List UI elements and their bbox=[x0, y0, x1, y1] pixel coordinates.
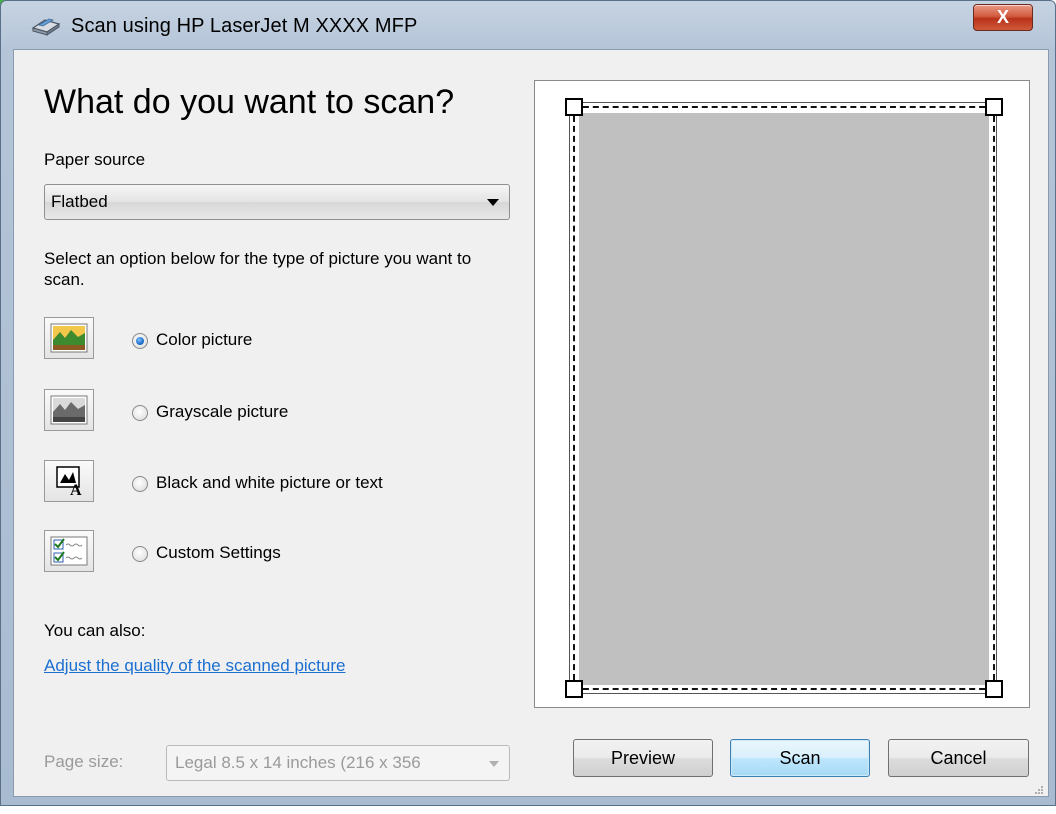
custom-settings-label[interactable]: Custom Settings bbox=[156, 543, 281, 563]
grayscale-picture-icon[interactable] bbox=[44, 389, 94, 431]
paper-source-dropdown[interactable]: Flatbed bbox=[44, 184, 510, 220]
scan-preview-area[interactable] bbox=[534, 80, 1030, 708]
black-white-label[interactable]: Black and white picture or text bbox=[156, 473, 383, 493]
scan-button[interactable]: Scan bbox=[730, 739, 870, 777]
paper-source-label: Paper source bbox=[44, 150, 146, 169]
page-size-value: Legal 8.5 x 14 inches (216 x 356 bbox=[175, 753, 421, 772]
crop-handle-top-right[interactable] bbox=[985, 98, 1003, 116]
color-picture-label[interactable]: Color picture bbox=[156, 330, 252, 350]
paper-source-value: Flatbed bbox=[51, 192, 108, 211]
title-bar[interactable]: Scan using HP LaserJet M XXXX MFP X bbox=[1, 1, 1055, 51]
crop-handle-bottom-right[interactable] bbox=[985, 680, 1003, 698]
adjust-quality-link[interactable]: Adjust the quality of the scanned pictur… bbox=[44, 656, 345, 676]
color-picture-icon[interactable] bbox=[44, 317, 94, 359]
page-size-label: Page size: bbox=[44, 752, 124, 771]
page-title: What do you want to scan? bbox=[44, 83, 455, 121]
dialog-content: What do you want to scan? Paper source F… bbox=[13, 49, 1049, 797]
black-white-radio[interactable] bbox=[132, 476, 148, 492]
close-icon: X bbox=[996, 7, 1009, 27]
grayscale-picture-label[interactable]: Grayscale picture bbox=[156, 402, 288, 422]
black-white-text-icon[interactable]: A bbox=[44, 460, 94, 502]
chevron-down-icon bbox=[487, 199, 499, 206]
svg-text:A: A bbox=[70, 482, 82, 496]
page-size-dropdown[interactable]: Legal 8.5 x 14 inches (216 x 356 bbox=[166, 745, 510, 781]
scan-dialog: Scan using HP LaserJet M XXXX MFP X What… bbox=[0, 0, 1056, 806]
scanner-icon bbox=[31, 14, 61, 38]
you-can-also-label: You can also: bbox=[44, 621, 146, 640]
custom-settings-radio[interactable] bbox=[132, 546, 148, 562]
preview-button[interactable]: Preview bbox=[573, 739, 713, 777]
crop-selection[interactable] bbox=[573, 106, 995, 690]
color-picture-radio[interactable] bbox=[132, 333, 148, 349]
close-button[interactable]: X bbox=[973, 4, 1033, 31]
crop-handle-top-left[interactable] bbox=[565, 98, 583, 116]
crop-handle-bottom-left[interactable] bbox=[565, 680, 583, 698]
scan-type-description: Select an option below for the type of p… bbox=[44, 249, 472, 289]
cancel-button[interactable]: Cancel bbox=[888, 739, 1029, 777]
chevron-down-icon bbox=[489, 761, 499, 767]
custom-settings-icon[interactable] bbox=[44, 530, 94, 572]
grayscale-picture-radio[interactable] bbox=[132, 405, 148, 421]
resize-grip-icon[interactable] bbox=[1034, 782, 1044, 794]
window-title: Scan using HP LaserJet M XXXX MFP bbox=[71, 15, 418, 37]
